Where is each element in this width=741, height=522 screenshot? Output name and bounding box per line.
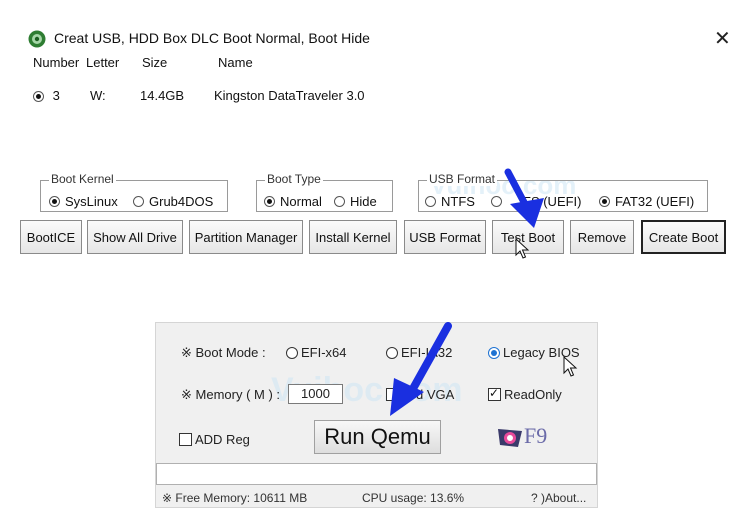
- partition-manager-button[interactable]: Partition Manager: [189, 220, 303, 254]
- install-kernel-button[interactable]: Install Kernel: [309, 220, 397, 254]
- create-boot-button[interactable]: Create Boot: [641, 220, 726, 254]
- hide-option[interactable]: Hide: [334, 194, 377, 209]
- col-number: Number: [33, 55, 80, 70]
- drive-size: 14.4GB: [140, 88, 185, 103]
- qemu-logo-icon: [498, 428, 522, 447]
- progress-bar: [156, 463, 597, 485]
- boot-type-group: Boot Type Normal Hide: [256, 172, 393, 212]
- ntfs-option[interactable]: NTFS: [425, 194, 475, 209]
- show-all-drive-button[interactable]: Show All Drive: [87, 220, 183, 254]
- remove-button[interactable]: Remove: [570, 220, 634, 254]
- normal-option[interactable]: Normal: [264, 194, 322, 209]
- readonly-checkbox[interactable]: ReadOnly: [488, 386, 562, 402]
- ntfs-uefi-option[interactable]: FS (UEFI): [491, 194, 582, 209]
- mouse-cursor-icon: [515, 238, 530, 259]
- usb-format-button[interactable]: USB Format: [404, 220, 486, 254]
- efi-x64-option[interactable]: EFI-x64: [286, 345, 347, 360]
- drive-name: Kingston DataTraveler 3.0: [214, 88, 365, 103]
- usb-format-group: USB Format NTFS FS (UEFI) FAT32 (UEFI): [418, 172, 708, 212]
- boot-kernel-label: Boot Kernel: [49, 172, 116, 186]
- efi-ia32-option[interactable]: EFI-IA32: [386, 345, 452, 360]
- std-vga-checkbox[interactable]: d VGA: [386, 387, 454, 402]
- col-size: Size: [142, 55, 168, 70]
- run-qemu-button[interactable]: Run Qemu: [314, 420, 441, 454]
- usb-format-label: USB Format: [427, 172, 498, 186]
- fat32-uefi-option[interactable]: FAT32 (UEFI): [599, 194, 694, 209]
- memory-label: ※ Memory ( M ) :: [181, 387, 280, 402]
- dialog-title: Creat USB, HDD Box DLC Boot Normal, Boot…: [54, 30, 370, 46]
- free-memory-status: ※ Free Memory: 10611 MB: [162, 491, 308, 505]
- drive-row[interactable]: 3: [33, 88, 60, 103]
- f9-shortcut[interactable]: F9: [496, 423, 547, 449]
- grub4dos-option[interactable]: Grub4DOS: [133, 194, 213, 209]
- boot-kernel-group: Boot Kernel SysLinux Grub4DOS: [40, 172, 228, 212]
- app-icon: [28, 30, 46, 48]
- memory-input[interactable]: 1000: [288, 384, 343, 404]
- about-link[interactable]: ? )About...: [531, 491, 586, 505]
- mouse-cursor-icon: [563, 356, 578, 377]
- boot-type-label: Boot Type: [265, 172, 323, 186]
- boot-mode-label: ※ Boot Mode :: [181, 345, 266, 360]
- syslinux-option[interactable]: SysLinux: [49, 194, 118, 209]
- qemu-panel: Vuihoc.com ※ Boot Mode : EFI-x64 EFI-IA3…: [155, 322, 598, 508]
- add-reg-checkbox[interactable]: ADD Reg: [179, 432, 250, 447]
- cpu-usage-status: CPU usage: 13.6%: [362, 491, 465, 505]
- drive-letter: W:: [90, 88, 106, 103]
- col-letter: Letter: [86, 55, 120, 70]
- col-name: Name: [218, 55, 253, 70]
- drive-radio[interactable]: [33, 91, 44, 103]
- close-icon[interactable]: ✕: [714, 26, 731, 51]
- bootice-button[interactable]: BootICE: [20, 220, 82, 254]
- drive-number: 3: [52, 88, 60, 103]
